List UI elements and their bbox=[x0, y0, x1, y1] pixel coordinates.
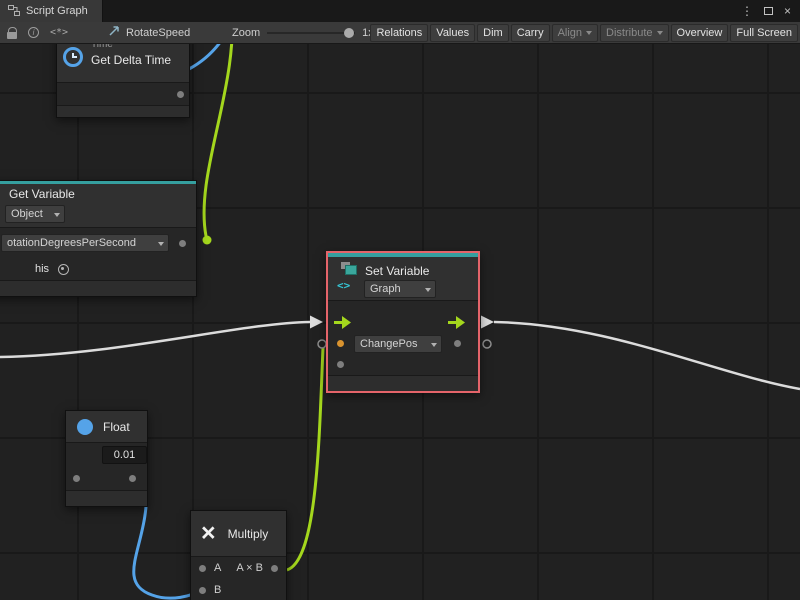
target-label: his bbox=[35, 263, 49, 275]
variable-name-value: otationDegreesPerSecond bbox=[7, 237, 136, 249]
scope-dropdown[interactable]: Object bbox=[5, 205, 65, 223]
object-picker-icon[interactable] bbox=[58, 264, 69, 275]
maximize-icon[interactable] bbox=[764, 7, 773, 15]
scope-dropdown-value: Graph bbox=[370, 283, 401, 295]
graph-canvas[interactable]: Time Get Delta Time Get Variable Object … bbox=[0, 44, 800, 600]
input-port-b[interactable] bbox=[199, 587, 206, 594]
node-header: <> Set Variable Graph bbox=[328, 257, 478, 301]
lock-icon[interactable] bbox=[7, 32, 17, 39]
node-header: Time Get Delta Time bbox=[57, 44, 189, 83]
code-icon[interactable]: <*> bbox=[50, 27, 68, 38]
node-get-variable[interactable]: Get Variable Object otationDegreesPerSec… bbox=[0, 180, 197, 297]
wire-green-top[interactable] bbox=[204, 44, 232, 236]
node-title: Float bbox=[103, 420, 130, 434]
toolbar-left-icons: i <*> bbox=[7, 22, 68, 43]
control-input-arrow[interactable] bbox=[334, 316, 352, 329]
carry-button[interactable]: Carry bbox=[511, 24, 550, 42]
graph-asset-icon bbox=[108, 25, 120, 40]
distribute-button[interactable]: Distribute bbox=[600, 24, 668, 42]
input-port[interactable] bbox=[73, 475, 80, 482]
info-icon[interactable]: i bbox=[28, 27, 39, 38]
node-header: Get Variable Object bbox=[0, 184, 196, 228]
node-float[interactable]: Float 0.01 bbox=[65, 410, 148, 507]
node-title: Get Variable bbox=[9, 187, 196, 202]
node-title: Get Delta Time bbox=[91, 53, 171, 67]
dim-button[interactable]: Dim bbox=[477, 24, 509, 42]
wire-arrowhead-in bbox=[310, 316, 323, 329]
window-tab-bar: Script Graph ⋮ × bbox=[0, 0, 800, 22]
node-footer bbox=[57, 105, 189, 117]
port-ring-right[interactable] bbox=[483, 340, 491, 348]
overview-button[interactable]: Overview bbox=[671, 24, 729, 42]
zoom-label: Zoom bbox=[232, 27, 260, 39]
close-icon[interactable]: × bbox=[784, 4, 791, 18]
variable-name-dropdown[interactable]: ChangePos bbox=[354, 335, 442, 353]
align-button[interactable]: Align bbox=[552, 24, 598, 42]
output-port[interactable] bbox=[129, 475, 136, 482]
multiply-icon: × bbox=[201, 521, 216, 546]
script-graph-icon bbox=[8, 4, 20, 19]
extra-input-port[interactable] bbox=[337, 361, 344, 368]
node-get-delta-time[interactable]: Time Get Delta Time bbox=[56, 44, 190, 118]
chevron-down-icon bbox=[657, 31, 663, 35]
node-footer bbox=[0, 280, 196, 296]
variable-box-icon bbox=[345, 265, 357, 275]
output-port[interactable] bbox=[177, 91, 184, 98]
port-result-label: A × B bbox=[236, 562, 263, 574]
wire-control-in[interactable] bbox=[0, 322, 310, 357]
zoom-slider-handle[interactable] bbox=[344, 28, 354, 38]
input-port-a[interactable] bbox=[199, 565, 206, 572]
port-ring-left[interactable] bbox=[318, 340, 326, 348]
node-category: Time bbox=[91, 44, 113, 50]
node-header: Float bbox=[66, 411, 147, 443]
scope-dropdown[interactable]: Graph bbox=[364, 280, 436, 298]
scope-dropdown-value: Object bbox=[11, 208, 43, 220]
value-input-port[interactable] bbox=[337, 340, 344, 347]
wire-control-out[interactable] bbox=[494, 322, 800, 389]
graph-breadcrumb[interactable]: RotateSpeed bbox=[108, 22, 190, 43]
port-b-label: B bbox=[214, 584, 221, 596]
green-port-dot[interactable] bbox=[203, 236, 212, 245]
wire-blue-top[interactable] bbox=[189, 44, 227, 69]
variable-name-dropdown[interactable]: otationDegreesPerSecond bbox=[1, 234, 169, 252]
tab-title: Script Graph bbox=[26, 5, 88, 17]
node-footer bbox=[328, 375, 478, 391]
toolbar-buttons: Relations Values Dim Carry Align Distrib… bbox=[370, 22, 800, 43]
value-output-port[interactable] bbox=[454, 340, 461, 347]
node-footer bbox=[66, 490, 147, 506]
node-set-variable[interactable]: <> Set Variable Graph ChangePos bbox=[326, 251, 480, 393]
variable-name-value: ChangePos bbox=[360, 338, 418, 350]
code-brackets-icon: <> bbox=[337, 279, 350, 292]
wire-green-bottom[interactable] bbox=[287, 348, 323, 570]
window-controls: ⋮ × bbox=[741, 0, 800, 22]
node-title: Multiply bbox=[228, 527, 269, 541]
tab-script-graph[interactable]: Script Graph bbox=[0, 0, 103, 22]
float-value-input[interactable]: 0.01 bbox=[102, 446, 147, 464]
control-output-arrow[interactable] bbox=[448, 316, 466, 329]
graph-name: RotateSpeed bbox=[126, 27, 190, 39]
node-multiply[interactable]: × Multiply A A × B B bbox=[190, 510, 287, 600]
node-title: Set Variable bbox=[365, 264, 429, 278]
node-header: × Multiply bbox=[191, 511, 286, 557]
zoom-slider[interactable] bbox=[267, 32, 355, 34]
node-body: ChangePos bbox=[328, 301, 478, 375]
port-a-label: A bbox=[214, 562, 221, 574]
relations-button[interactable]: Relations bbox=[370, 24, 428, 42]
output-port[interactable] bbox=[271, 565, 278, 572]
values-button[interactable]: Values bbox=[430, 24, 475, 42]
float-icon bbox=[77, 419, 93, 435]
value-output-port[interactable] bbox=[179, 240, 186, 247]
graph-toolbar: i <*> RotateSpeed Zoom 1x Relations Valu… bbox=[0, 22, 800, 44]
zoom-control: Zoom 1x bbox=[232, 22, 374, 43]
wire-arrowhead-out bbox=[481, 316, 494, 329]
menu-icon[interactable]: ⋮ bbox=[741, 4, 753, 18]
clock-icon bbox=[62, 46, 84, 73]
fullscreen-button[interactable]: Full Screen bbox=[730, 24, 798, 42]
chevron-down-icon bbox=[586, 31, 592, 35]
